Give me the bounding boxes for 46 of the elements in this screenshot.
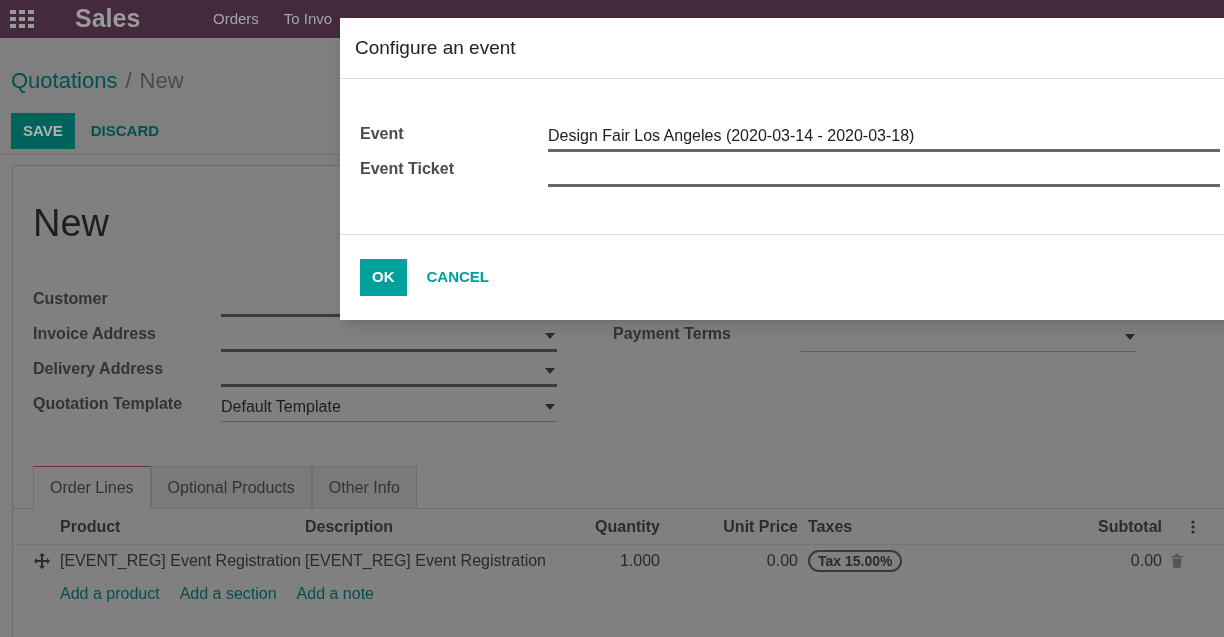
field-label: Event	[360, 124, 405, 144]
column-header[interactable]: Product	[60, 514, 305, 539]
column-header[interactable]: Description	[305, 514, 550, 539]
breadcrumb-link[interactable]: Quotations	[11, 64, 118, 97]
caret-icon	[545, 332, 555, 339]
caret-icon	[545, 367, 555, 374]
breadcrumb-separator: /	[125, 67, 132, 95]
tax-tag: Tax 15.00%	[808, 549, 903, 572]
table-cell-text: 0.00	[765, 550, 798, 571]
caret-icon	[1125, 333, 1135, 340]
ok-button[interactable]: OK	[360, 259, 407, 296]
field-label: Event Ticket	[360, 159, 455, 179]
tab[interactable]: Other Info	[311, 466, 417, 509]
table-cell-text: [EVENT_REG] Event Registration	[305, 550, 547, 571]
column-header[interactable]: Quantity	[550, 514, 660, 539]
column-header[interactable]: Unit Price	[660, 514, 798, 539]
trash-icon[interactable]	[1171, 553, 1183, 568]
field-label: Payment Terms	[613, 324, 732, 344]
drag-handle-icon[interactable]	[34, 552, 50, 569]
save-button[interactable]: SAVE	[11, 113, 75, 149]
menu-item[interactable]: To Invo	[283, 7, 333, 31]
field-label: Delivery Address	[33, 359, 165, 379]
tab[interactable]: Order Lines	[33, 466, 151, 509]
input-field[interactable]: Design Fair Los Angeles (2020-03-14 - 2020-03-18)	[548, 122, 1220, 152]
add-line-link[interactable]: Add a note	[296, 582, 374, 606]
app-name: Sales	[75, 3, 142, 35]
dialog-title: Configure an event	[355, 35, 516, 60]
table-cell-text: [EVENT_REG] Event Registration	[60, 550, 302, 571]
column-options-icon[interactable]	[1191, 519, 1195, 534]
cancel-button[interactable]: CANCEL	[410, 259, 505, 296]
field-label: Customer	[33, 289, 109, 309]
discard-button[interactable]: DISCARD	[76, 113, 174, 149]
add-line-link[interactable]: Add a product	[60, 582, 160, 606]
tab[interactable]: Optional Products	[150, 466, 312, 509]
record-title: New	[33, 204, 111, 242]
field-label: Quotation Template	[33, 394, 184, 414]
table-cell-text: 0.00	[1129, 550, 1162, 571]
dropdown-field[interactable]: Default Template	[221, 392, 557, 422]
add-line-link[interactable]: Add a section	[179, 582, 277, 606]
column-header[interactable]: Taxes	[798, 514, 948, 539]
field-label: Invoice Address	[33, 324, 157, 344]
table-cell-text: 1.000	[618, 550, 660, 571]
caret-icon	[545, 403, 555, 410]
app-grid-icon[interactable]	[10, 10, 34, 28]
column-header[interactable]: Subtotal	[948, 514, 1162, 539]
menu-item[interactable]: Orders	[213, 7, 259, 31]
